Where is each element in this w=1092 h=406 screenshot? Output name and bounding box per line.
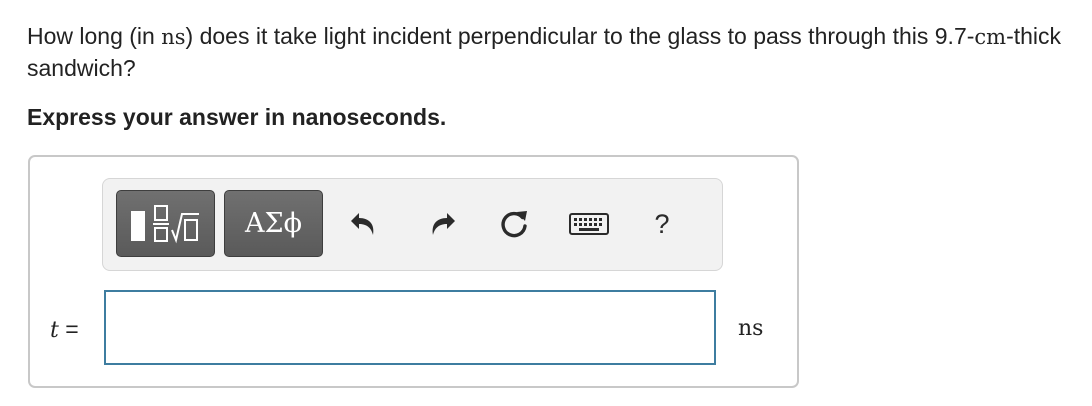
answer-variable-label: t = <box>50 316 79 343</box>
math-toolbar: ΑΣϕ ? <box>102 178 723 271</box>
answer-equals: = <box>58 316 79 342</box>
templates-button[interactable] <box>116 190 215 257</box>
symbols-button[interactable]: ΑΣϕ <box>224 190 323 257</box>
symbols-icon: ΑΣϕ <box>245 208 302 239</box>
help-icon: ? <box>654 208 670 239</box>
undo-button[interactable] <box>348 208 380 240</box>
question-text: How long (in ns) does it take light inci… <box>27 21 1067 84</box>
keyboard-icon <box>569 213 609 235</box>
reset-icon <box>501 211 527 238</box>
redo-icon <box>432 213 455 235</box>
question-unit-cm: cm <box>974 25 1007 49</box>
answer-input[interactable] <box>104 290 716 365</box>
question-unit-ns: ns <box>161 25 186 49</box>
answer-variable: t <box>50 318 59 343</box>
answer-panel: ΑΣϕ ? t = ns <box>28 155 799 388</box>
reset-button[interactable] <box>498 208 530 240</box>
redo-button[interactable] <box>426 208 458 240</box>
answer-unit: ns <box>738 316 764 341</box>
question-part-2: ) does it take light incident perpendicu… <box>185 23 975 49</box>
keyboard-button[interactable] <box>568 208 610 240</box>
question-part-1: How long (in <box>27 23 162 49</box>
templates-icon <box>130 204 199 243</box>
answer-instruction: Express your answer in nanoseconds. <box>27 104 447 130</box>
help-button[interactable]: ? <box>646 208 678 240</box>
undo-icon <box>351 213 374 235</box>
